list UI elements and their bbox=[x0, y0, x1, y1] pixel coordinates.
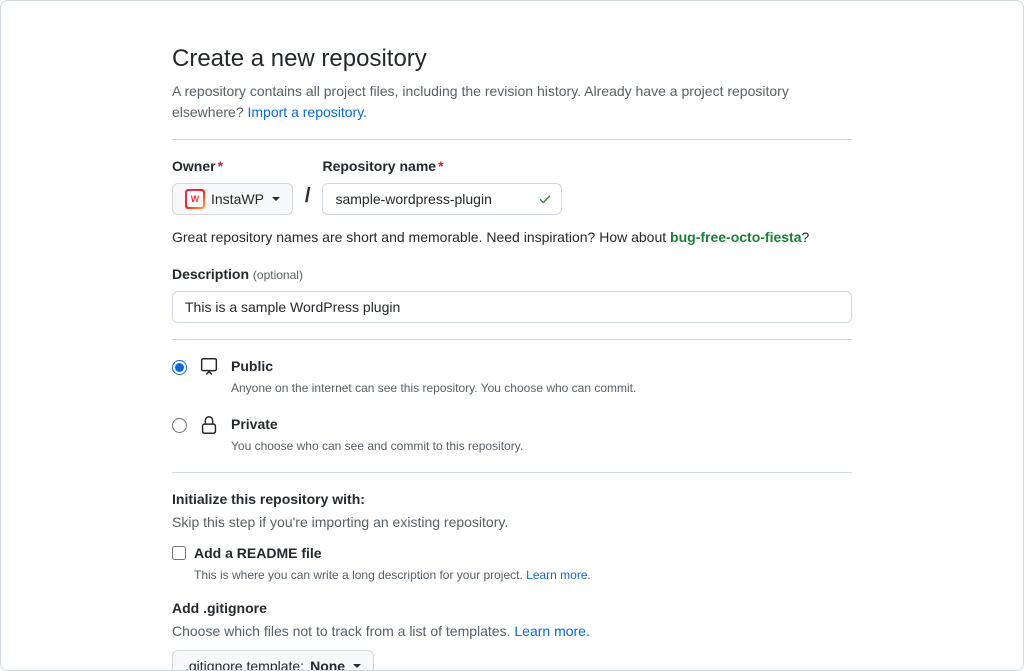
page-title: Create a new repository bbox=[172, 41, 852, 77]
owner-label: Owner* bbox=[172, 156, 293, 177]
slash-separator: / bbox=[301, 181, 315, 215]
check-icon bbox=[538, 192, 552, 206]
gitignore-title: Add .gitignore bbox=[172, 598, 852, 619]
gitignore-learn-more-link[interactable]: Learn more. bbox=[514, 623, 589, 639]
divider bbox=[172, 139, 852, 140]
private-title: Private bbox=[231, 414, 523, 435]
name-help-text: Great repository names are short and mem… bbox=[172, 227, 852, 248]
required-asterisk: * bbox=[218, 158, 223, 174]
init-title: Initialize this repository with: bbox=[172, 489, 852, 510]
private-desc: You choose who can see and commit to thi… bbox=[231, 439, 523, 453]
owner-avatar: W bbox=[185, 189, 205, 209]
visibility-private-radio[interactable] bbox=[172, 418, 187, 433]
optional-label: (optional) bbox=[253, 268, 303, 282]
owner-selected-text: InstaWP bbox=[211, 191, 264, 207]
repo-name-input[interactable] bbox=[322, 183, 562, 215]
readme-title: Add a README file bbox=[194, 545, 322, 561]
caret-down-icon bbox=[272, 197, 280, 201]
readme-learn-more-link[interactable]: Learn more. bbox=[526, 568, 591, 582]
caret-down-icon bbox=[353, 664, 361, 668]
owner-label-text: Owner bbox=[172, 158, 216, 174]
public-desc: Anyone on the internet can see this repo… bbox=[231, 381, 636, 395]
required-asterisk: * bbox=[438, 158, 443, 174]
divider bbox=[172, 472, 852, 473]
init-skip-text: Skip this step if you're importing an ex… bbox=[172, 512, 852, 533]
lock-icon bbox=[197, 414, 221, 436]
owner-select[interactable]: W InstaWP bbox=[172, 183, 293, 215]
readme-desc: This is where you can write a long descr… bbox=[194, 568, 526, 582]
repo-name-label-text: Repository name bbox=[322, 158, 436, 174]
description-label-text: Description bbox=[172, 266, 249, 282]
repo-icon bbox=[197, 356, 221, 378]
readme-checkbox[interactable] bbox=[172, 546, 186, 560]
page-subtitle: A repository contains all project files,… bbox=[172, 81, 852, 123]
import-repo-link[interactable]: Import a repository. bbox=[248, 104, 368, 120]
description-input[interactable] bbox=[172, 291, 852, 323]
description-label: Description (optional) bbox=[172, 264, 852, 285]
gitignore-desc: Choose which files not to track from a l… bbox=[172, 623, 514, 639]
divider bbox=[172, 339, 852, 340]
public-title: Public bbox=[231, 356, 636, 377]
repo-name-label: Repository name* bbox=[322, 156, 562, 177]
gitignore-btn-prefix: .gitignore template: bbox=[185, 658, 304, 671]
gitignore-btn-value: None bbox=[310, 658, 345, 671]
visibility-public-radio[interactable] bbox=[172, 360, 187, 375]
gitignore-template-select[interactable]: .gitignore template: None bbox=[172, 650, 374, 671]
name-suggestion[interactable]: bug-free-octo-fiesta bbox=[670, 229, 801, 245]
